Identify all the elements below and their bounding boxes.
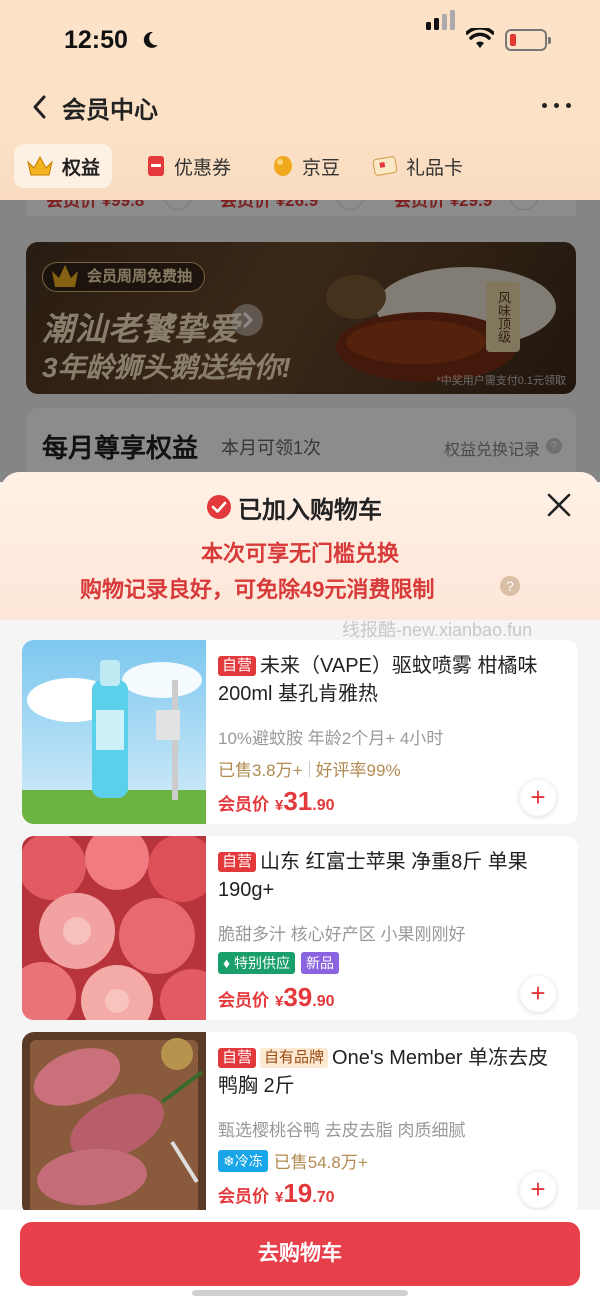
product-title-text: 未来（VAPE）驱蚊喷雾 柑橘味 200ml 基孔肯雅热 xyxy=(218,655,538,705)
watermark: 线报酷-new.xianbao.fun xyxy=(342,620,533,640)
coupon-icon xyxy=(148,156,164,176)
sheet-header: 已加入购物车 本次可享无门槛兑换 购物记录良好，可免除49元消费限制 ? xyxy=(0,472,600,620)
frozen-tag: ❄冷冻 xyxy=(218,1149,268,1172)
add-to-cart-button[interactable]: + xyxy=(520,1172,556,1208)
price-currency: ¥ xyxy=(275,797,284,814)
product-subtitle: 10%避蚊胺 年龄2个月+ 4小时 xyxy=(218,729,444,748)
self-operated-badge: 自营 xyxy=(218,852,257,872)
tab-label: 京豆 xyxy=(302,157,341,179)
tab-label: 权益 xyxy=(62,157,101,179)
page-title: 会员中心 xyxy=(62,97,158,124)
status-bar: 12:50 xyxy=(0,0,600,80)
price-label: 会员价 xyxy=(218,991,269,1010)
product-image xyxy=(22,836,206,1020)
price-decimal: .70 xyxy=(312,1189,335,1206)
price-label: 会员价 xyxy=(218,1187,269,1206)
self-operated-badge: 自营 xyxy=(218,1048,257,1068)
add-to-cart-button[interactable]: + xyxy=(520,780,556,816)
price-integer: 39 xyxy=(283,982,313,1012)
product-title: 自营 山东 红富士苹果 净重8斤 单果190g+ xyxy=(218,848,558,904)
product-meta: ❄冷冻 已售54.8万+ xyxy=(218,1148,368,1173)
product-card[interactable]: 自营 自有品牌 One's Member 单冻去皮鸭胸 2斤 甄选樱桃谷鸭 去皮去脂… xyxy=(22,1032,578,1216)
divider xyxy=(308,760,310,777)
product-card[interactable]: 自营 山东 红富士苹果 净重8斤 单果190g+ 脆甜多汁 核心好产区 小果刚刚好… xyxy=(22,836,578,1020)
crown-icon xyxy=(27,155,53,176)
limit-waiver-notice: 购物记录良好，可免除49元消费限制 xyxy=(80,577,435,602)
tab-jingdou[interactable]: 京豆 xyxy=(272,144,340,188)
gift-card-icon xyxy=(372,156,398,176)
product-title: 自营 自有品牌 One's Member 单冻去皮鸭胸 2斤 xyxy=(218,1044,558,1100)
special-supply-tag: ♦ 特别供应 xyxy=(218,952,296,974)
product-image xyxy=(22,1032,206,1216)
battery-icon xyxy=(505,29,551,51)
cart-sheet: 已加入购物车 本次可享无门槛兑换 购物记录良好，可免除49元消费限制 ? 线报酷… xyxy=(0,472,600,1300)
exchange-notice: 本次可享无门槛兑换 xyxy=(200,541,399,566)
bean-icon xyxy=(274,156,292,176)
close-icon[interactable] xyxy=(546,492,572,518)
tag-label: 冷冻 xyxy=(234,1152,263,1169)
wifi-icon xyxy=(466,28,494,48)
member-price: 会员价 ¥ 31 .90 xyxy=(218,786,335,817)
sheet-title: 已加入购物车 xyxy=(238,497,382,524)
price-currency: ¥ xyxy=(275,1189,284,1206)
product-meta: 已售3.8万+ 好评率99% xyxy=(218,756,401,781)
price-integer: 31 xyxy=(283,786,313,816)
tag-label: 特别供应 xyxy=(234,955,291,971)
product-card[interactable]: 自营 未来（VAPE）驱蚊喷雾 柑橘味 200ml 基孔肯雅热 10%避蚊胺 年龄… xyxy=(22,640,578,824)
add-to-cart-button[interactable]: + xyxy=(520,976,556,1012)
diamond-icon: ♦ xyxy=(223,955,231,971)
tab-label: 礼品卡 xyxy=(406,157,464,179)
help-icon[interactable]: ? xyxy=(500,576,520,596)
tab-coupons[interactable]: 优惠券 xyxy=(146,144,231,188)
go-to-cart-button[interactable]: 去购物车 xyxy=(20,1222,580,1286)
member-price: 会员价 ¥ 19 .70 xyxy=(218,1178,335,1209)
product-image xyxy=(22,640,206,824)
home-indicator xyxy=(192,1290,408,1296)
product-subtitle: 脆甜多汁 核心好产区 小果刚刚好 xyxy=(218,925,466,944)
nav-bar: 会员中心 xyxy=(0,80,600,132)
price-currency: ¥ xyxy=(275,993,284,1010)
back-icon[interactable] xyxy=(30,94,50,120)
snowflake-icon: ❄ xyxy=(223,1152,235,1169)
product-title: 自营 未来（VAPE）驱蚊喷雾 柑橘味 200ml 基孔肯雅热 xyxy=(218,652,558,708)
modal-overlay[interactable] xyxy=(0,192,600,482)
new-tag: 新品 xyxy=(301,952,340,974)
tab-label: 优惠券 xyxy=(174,157,232,179)
product-subtitle: 甄选樱桃谷鸭 去皮去脂 肉质细腻 xyxy=(218,1121,466,1140)
price-label: 会员价 xyxy=(218,795,269,814)
rating: 好评率99% xyxy=(315,761,401,780)
header: 12:50 会员中心 权益 优惠券 京豆 礼品卡 xyxy=(0,0,600,200)
status-time: 12:50 xyxy=(64,26,128,54)
check-circle-icon xyxy=(207,495,231,519)
tab-gift-card[interactable]: 礼品卡 xyxy=(372,144,463,188)
moon-icon xyxy=(143,31,158,48)
price-integer: 19 xyxy=(283,1178,313,1208)
own-brand-badge: 自有品牌 xyxy=(260,1048,329,1068)
product-title-text: 山东 红富士苹果 净重8斤 单果190g+ xyxy=(218,851,528,901)
more-icon[interactable] xyxy=(542,102,572,110)
self-operated-badge: 自营 xyxy=(218,656,257,676)
member-price: 会员价 ¥ 39 .90 xyxy=(218,982,335,1013)
price-decimal: .90 xyxy=(312,797,335,814)
sold-count: 已售3.8万+ xyxy=(218,761,303,780)
tab-bar: 权益 优惠券 京豆 礼品卡 xyxy=(0,140,600,192)
sold-count: 已售54.8万+ xyxy=(273,1153,368,1172)
product-tags: ♦ 特别供应 新品 xyxy=(218,952,345,974)
tab-benefits[interactable]: 权益 xyxy=(14,144,113,188)
price-decimal: .90 xyxy=(312,993,335,1010)
bottom-bar: 去购物车 xyxy=(0,1210,600,1300)
